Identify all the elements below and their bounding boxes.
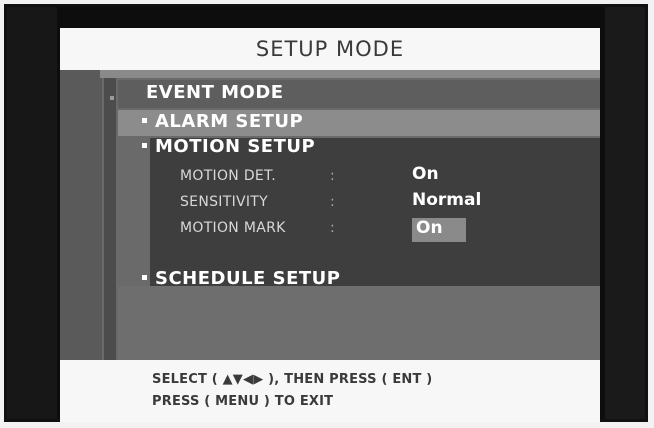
menu-item-label: MOTION SETUP (155, 136, 316, 157)
section-title: EVENT MODE (146, 82, 284, 103)
osd-screen: SETUP MODE EVENT MODE ALARM SETUP MOTION… (60, 28, 600, 422)
setting-separator: : (330, 168, 335, 184)
rail-marker (110, 96, 114, 100)
help-line-exit: PRESS ( MENU ) TO EXIT (152, 394, 334, 409)
setting-separator: : (330, 194, 335, 210)
left-rail-inner (104, 78, 116, 360)
menu-item-alarm-setup[interactable]: ALARM SETUP (142, 111, 303, 132)
menu-item-label: ALARM SETUP (155, 111, 304, 132)
setting-label-sensitivity: SENSITIVITY (180, 194, 269, 210)
setting-value-motion-det[interactable]: On (412, 164, 439, 184)
setting-label-motion-mark: MOTION MARK (180, 220, 286, 236)
monitor-bezel-right (605, 7, 645, 419)
bullet-icon (142, 142, 147, 148)
help-footer: SELECT ( ▲▼◀▶ ), THEN PRESS ( ENT ) PRES… (60, 360, 600, 422)
motion-setup-panel (150, 138, 600, 286)
bullet-icon (142, 274, 147, 280)
menu-item-label: SCHEDULE SETUP (155, 268, 341, 289)
menu-lower-area (118, 286, 600, 360)
setting-separator: : (330, 220, 335, 236)
bullet-icon (142, 117, 147, 123)
monitor-bezel-left (7, 7, 57, 419)
setting-label-motion-det: MOTION DET. (180, 168, 276, 184)
setting-value-sensitivity[interactable]: Normal (412, 190, 481, 210)
left-rail (60, 70, 102, 360)
top-band (100, 70, 600, 78)
page-title: SETUP MODE (60, 28, 600, 70)
menu-item-schedule-setup[interactable]: SCHEDULE SETUP (142, 268, 340, 289)
menu-item-motion-setup[interactable]: MOTION SETUP (142, 136, 315, 157)
setting-value-motion-mark[interactable]: On (416, 218, 443, 238)
help-line-select: SELECT ( ▲▼◀▶ ), THEN PRESS ( ENT ) (152, 372, 433, 387)
